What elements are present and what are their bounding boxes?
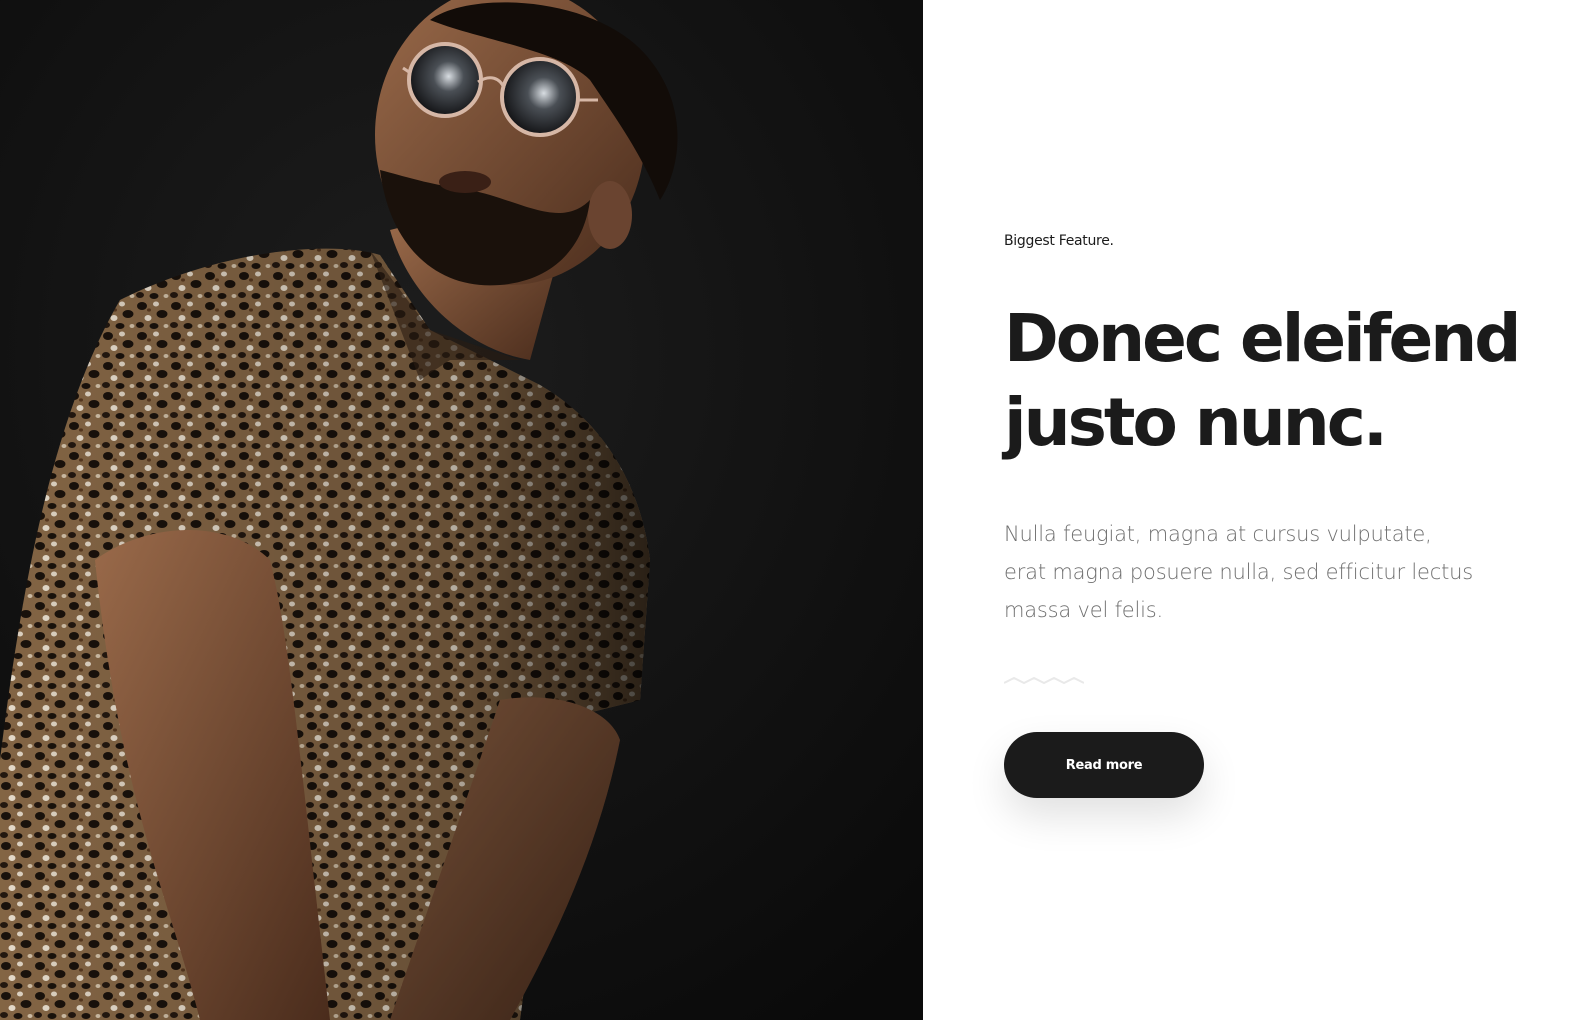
wave-divider-icon xyxy=(1004,676,1084,685)
feature-headline: Donec eleifend justo nunc. xyxy=(1004,297,1544,465)
headline-line-1: Donec eleifend xyxy=(1004,300,1521,377)
feature-text-block: Biggest Feature. Donec eleifend justo nu… xyxy=(1004,231,1544,798)
feature-section: Biggest Feature. Donec eleifend justo nu… xyxy=(0,0,1583,1020)
hero-photo xyxy=(0,0,923,1020)
read-more-button[interactable]: Read more xyxy=(1004,732,1204,798)
portrait-illustration xyxy=(0,0,923,1020)
feature-content: Biggest Feature. Donec eleifend justo nu… xyxy=(923,0,1583,1020)
feature-description: Nulla feugiat, magna at cursus vulputate… xyxy=(1004,522,1473,622)
headline-line-2: justo nunc. xyxy=(1004,384,1388,461)
eyebrow-label: Biggest Feature. xyxy=(1004,233,1114,249)
